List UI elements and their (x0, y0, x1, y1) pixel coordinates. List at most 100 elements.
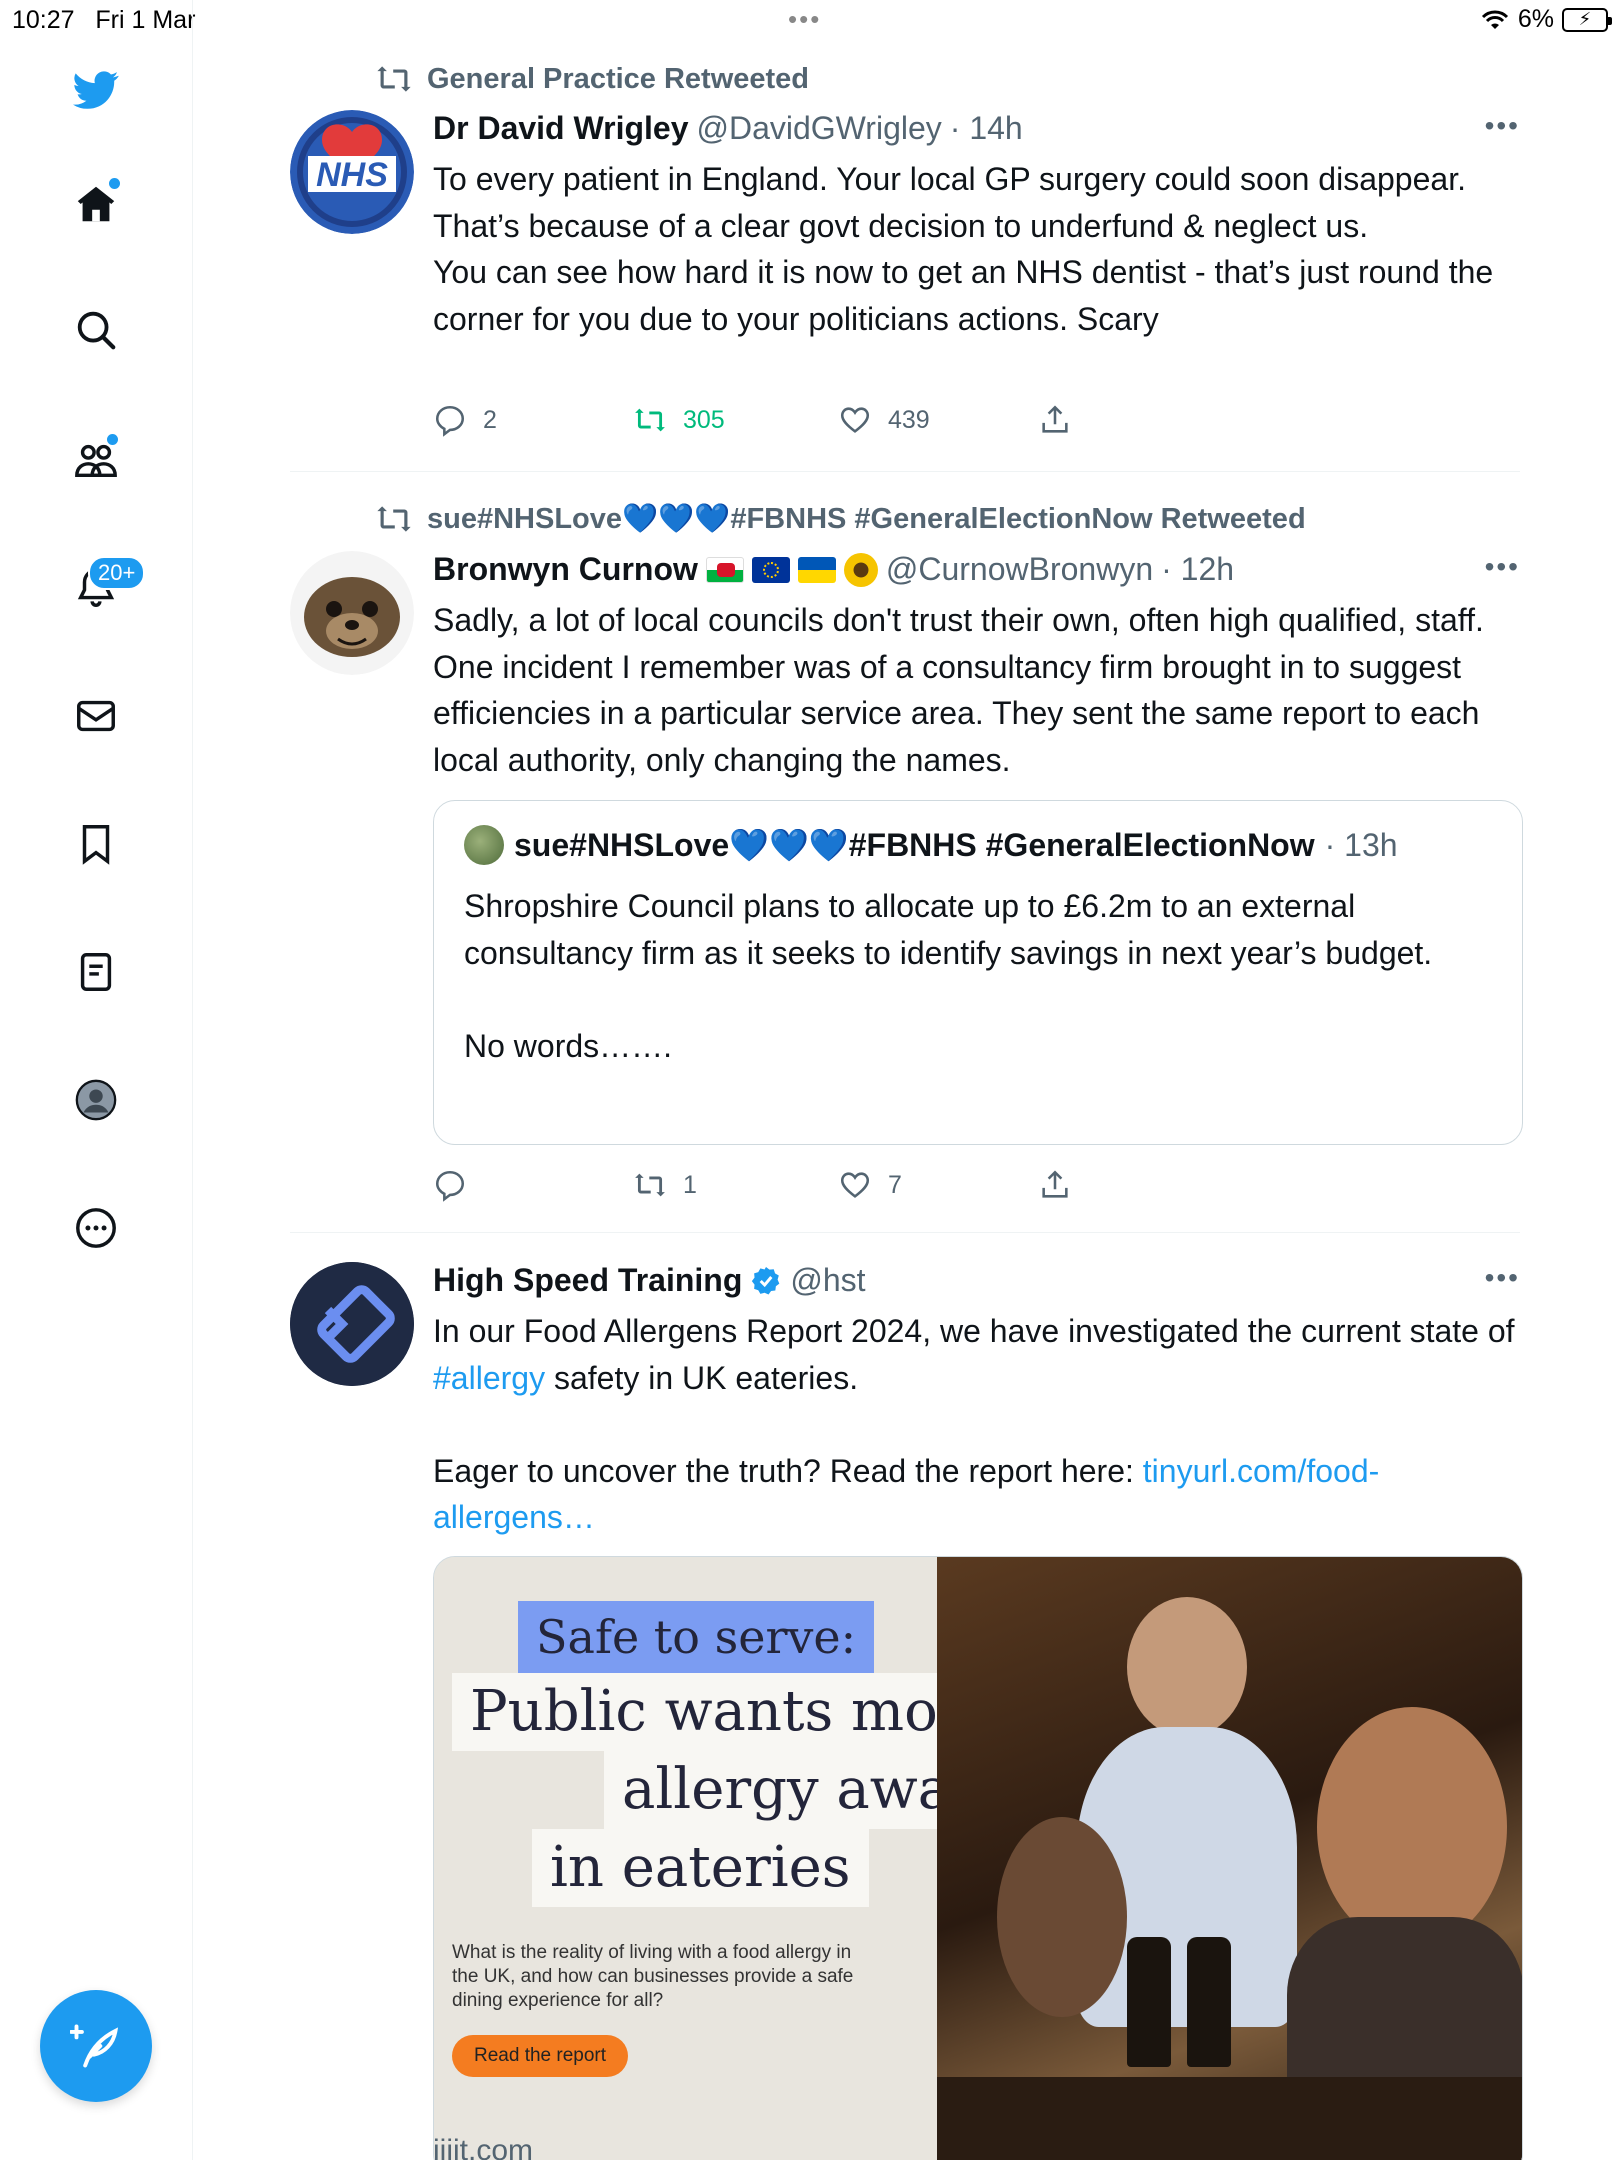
svg-text:NHS: NHS (316, 156, 388, 194)
wales-flag-icon (705, 556, 744, 583)
share-button[interactable] (1038, 403, 1072, 437)
more-icon (76, 1208, 116, 1248)
retweeted-by-line[interactable]: General Practice Retweeted (375, 59, 809, 99)
link-card[interactable]: Safe to serve: Public wants more allergy… (433, 1556, 1523, 2160)
tweet-text: In our Food Allergens Report 2024, we ha… (433, 1308, 1523, 1541)
avatar[interactable] (290, 1262, 414, 1386)
share-icon (1042, 405, 1068, 433)
table-surface (937, 2077, 1522, 2160)
twitter-logo-icon[interactable] (70, 64, 122, 116)
quoted-tweet[interactable]: sue#NHSLove💙💙💙#FBNHS #GeneralElectionNow… (433, 800, 1523, 1145)
nhs-avatar-image: NHS (290, 110, 414, 234)
display-name[interactable]: Dr David Wrigley (433, 110, 688, 147)
verified-badge-icon (752, 1266, 780, 1294)
multitasking-dots[interactable]: ••• (788, 4, 821, 35)
tweet-header: Bronwyn Curnow @CurnowBronwyn · 12h (433, 551, 1234, 588)
retweet-icon (377, 66, 411, 92)
sunflower-icon (843, 552, 878, 587)
lists-icon (80, 953, 112, 991)
hashtag-link[interactable]: #allergy (433, 1360, 545, 1396)
tweet-divider (290, 1232, 1520, 1233)
seated-customer (997, 1817, 1127, 2017)
tweet[interactable]: High Speed Training @hst ••• In our Food… (290, 1262, 1523, 2160)
tweet[interactable]: NHS Dr David Wrigley @DavidGWrigley · 14… (290, 110, 1520, 470)
card-headline-4: in eateries (532, 1829, 869, 1907)
hst-logo-icon (290, 1262, 414, 1386)
retweet-button[interactable]: 305 (633, 403, 838, 437)
like-button[interactable]: 439 (838, 403, 1038, 437)
display-name[interactable]: High Speed Training (433, 1262, 742, 1299)
timestamp[interactable]: · 14h (950, 110, 1023, 147)
bottle (1127, 1937, 1171, 2067)
card-headline-1: Safe to serve: (518, 1601, 875, 1673)
reply-button[interactable] (433, 1168, 633, 1202)
retweeted-by-line[interactable]: sue#NHSLove💙💙💙#FBNHS #GeneralElectionNow… (375, 499, 1306, 539)
handle[interactable]: @hst (790, 1262, 865, 1299)
notifications-badge: 20+ (88, 556, 146, 590)
tweet-header: High Speed Training @hst (433, 1262, 866, 1299)
handle[interactable]: @DavidGWrigley (696, 110, 941, 147)
like-count: 7 (888, 1170, 902, 1199)
like-button[interactable]: 7 (838, 1168, 1038, 1202)
retweeted-by-text: General Practice Retweeted (427, 62, 810, 95)
card-headline-2: Public wants more (452, 1673, 1016, 1751)
avatar[interactable]: NHS (290, 110, 414, 234)
tweet-divider (290, 471, 1520, 472)
compose-feather-icon (70, 2024, 119, 2068)
sidebar-item-explore[interactable] (70, 304, 122, 356)
sidebar-item-lists[interactable] (70, 946, 122, 998)
timestamp[interactable]: · 12h (1161, 551, 1234, 588)
customer-figure (1317, 1707, 1507, 1947)
sidebar-item-more[interactable] (70, 1202, 122, 1254)
quote-display-name[interactable]: sue#NHSLove💙💙💙#FBNHS #GeneralElectionNow (514, 826, 1315, 864)
tweet-text: To every patient in England. Your local … (433, 161, 1494, 337)
retweet-icon (635, 408, 665, 432)
card-domain[interactable]: iiiit.com (433, 2134, 533, 2160)
eu-flag-icon (751, 556, 790, 583)
reply-count: 2 (483, 405, 497, 434)
sidebar-item-home[interactable] (70, 178, 122, 230)
sidebar-nav: 20+ (0, 0, 193, 2160)
card-promo-panel: Safe to serve: Public wants more allergy… (434, 1557, 1156, 2160)
quote-avatar[interactable] (464, 825, 504, 865)
bottle (1187, 1937, 1231, 2067)
card-description: What is the reality of living with a foo… (452, 1942, 854, 2011)
tweet-text-part: In our Food Allergens Report 2024, we ha… (433, 1313, 1524, 1349)
tweet-more-icon[interactable]: ••• (1485, 551, 1520, 583)
display-name[interactable]: Bronwyn Curnow (433, 551, 698, 588)
sidebar-item-messages[interactable] (70, 690, 122, 742)
sidebar-item-bookmarks[interactable] (70, 818, 122, 870)
messages-icon (77, 700, 115, 732)
ukraine-flag-icon (797, 556, 836, 583)
avatar[interactable] (290, 551, 414, 675)
meerkat-avatar-image (290, 551, 414, 675)
reply-icon (435, 1170, 465, 1202)
tweet-more-icon[interactable]: ••• (1485, 1262, 1520, 1294)
share-button[interactable] (1038, 1168, 1072, 1202)
share-icon (1042, 1170, 1068, 1198)
tweet-more-icon[interactable]: ••• (1485, 110, 1520, 142)
battery-icon: ⚡ (1562, 7, 1612, 32)
retweeted-by-text: sue#NHSLove💙💙💙#FBNHS #GeneralElectionNow… (427, 503, 1306, 535)
search-icon (77, 311, 116, 350)
retweet-count: 1 (683, 1170, 697, 1199)
sidebar-item-profile[interactable] (70, 1074, 122, 1126)
tweet-text: Sadly, a lot of local councils don't tru… (433, 602, 1493, 778)
sidebar-item-communities[interactable] (70, 434, 122, 486)
read-report-button[interactable]: Read the report (452, 2035, 629, 2077)
waitress-figure (1127, 1597, 1247, 1737)
wifi-icon (1481, 10, 1508, 29)
new-items-dot (109, 178, 120, 189)
tweet-header: Dr David Wrigley @DavidGWrigley · 14h (433, 110, 1023, 147)
status-bar: 10:27 Fri 1 Mar ••• 6% ⚡ (0, 0, 1620, 40)
compose-tweet-button[interactable] (40, 1990, 152, 2102)
quote-timestamp[interactable]: · 13h (1325, 827, 1398, 864)
card-photo (937, 1557, 1522, 2160)
retweet-count: 305 (683, 405, 725, 434)
reply-button[interactable]: 2 (433, 403, 633, 437)
retweet-button[interactable]: 1 (633, 1168, 838, 1202)
handle[interactable]: @CurnowBronwyn (886, 551, 1153, 588)
quote-header: sue#NHSLove💙💙💙#FBNHS #GeneralElectionNow… (464, 825, 1398, 865)
tweet-actions: 1 7 (433, 1163, 1113, 1207)
tweet[interactable]: Bronwyn Curnow @CurnowBronwyn · 12h ••• … (290, 551, 1523, 1231)
